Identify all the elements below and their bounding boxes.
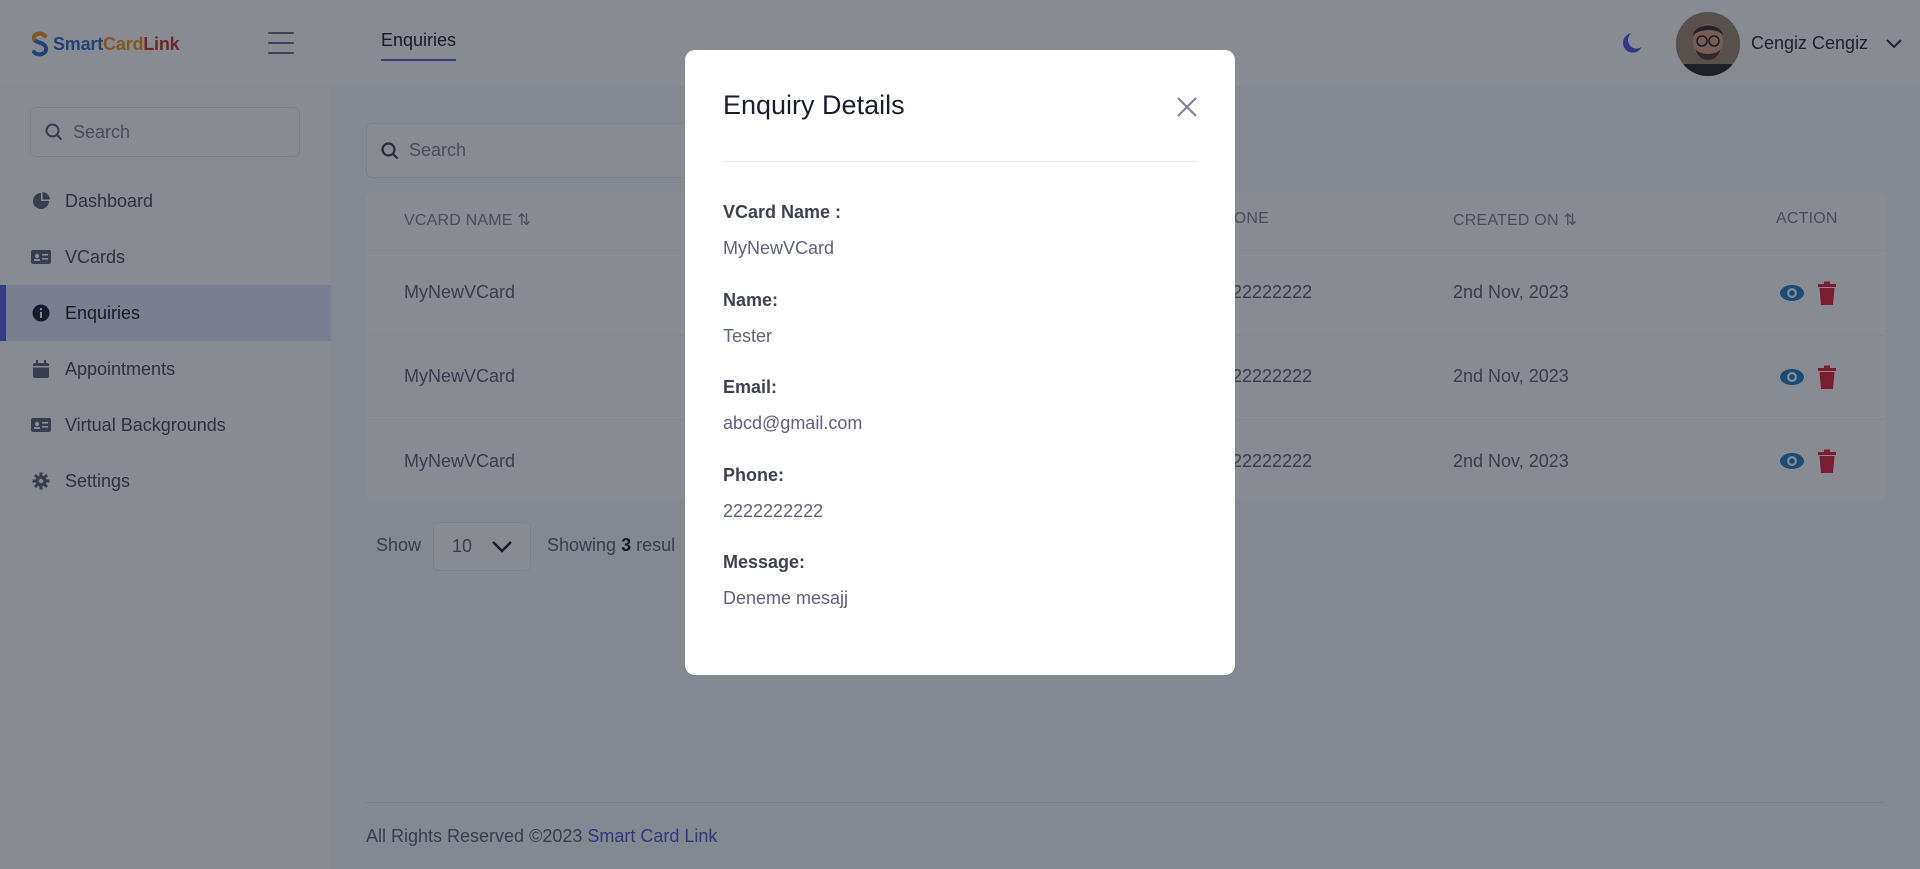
modal-title: Enquiry Details [723, 90, 905, 120]
field-value-vcard-name: MyNewVCard [723, 238, 835, 258]
field-label-phone: Phone: [723, 465, 784, 485]
field-value-name: Tester [723, 326, 773, 346]
field-value-phone: 2222222222 [723, 501, 824, 521]
enquiry-details-modal: Enquiry Details VCard Name : MyNewVCard … [685, 50, 1235, 675]
field-label-vcard-name: VCard Name : [723, 202, 842, 222]
field-value-message: Deneme mesajj [723, 588, 849, 608]
field-label-message: Message: [723, 552, 806, 572]
field-label-email: Email: [723, 377, 778, 397]
modal-divider [723, 161, 1198, 162]
field-value-email: abcd@gmail.com [723, 413, 863, 433]
close-icon[interactable] [1175, 95, 1199, 119]
field-label-name: Name: [723, 290, 779, 310]
